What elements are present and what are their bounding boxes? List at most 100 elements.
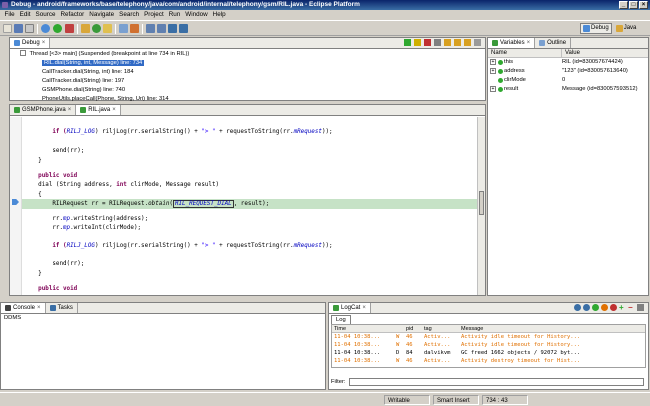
window-title-bar[interactable]: Debug - android/frameworks/base/telephon…: [0, 0, 650, 10]
column-message[interactable]: Message: [461, 325, 645, 332]
terminate-icon[interactable]: [424, 39, 431, 46]
annotation-icon[interactable]: [130, 24, 139, 33]
log-row[interactable]: 11-04 10:38... W 46 Activ... Activity destro…: [332, 357, 645, 365]
variable-row[interactable]: + result Message (id=830057593512): [488, 85, 648, 94]
menu-search[interactable]: Search: [117, 10, 142, 20]
editor-gutter[interactable]: [10, 117, 22, 295]
tab-outline[interactable]: Outline: [535, 38, 572, 48]
disconnect-icon[interactable]: [434, 39, 441, 46]
remove-filter-icon[interactable]: −: [628, 304, 635, 312]
menu-navigate[interactable]: Navigate: [87, 10, 117, 20]
code-area[interactable]: if (RILJ_LOG) riljLog(rr.serialString() …: [10, 117, 477, 295]
stack-frame-0[interactable]: RIL.dial(String, int, Message) line: 734: [10, 59, 485, 68]
expand-icon[interactable]: +: [490, 86, 496, 92]
filter-input[interactable]: [348, 377, 644, 386]
log-row[interactable]: 11-04 10:38... W 46 Activ... Activity idle t…: [332, 341, 645, 349]
tab-tasks[interactable]: Tasks: [46, 303, 78, 313]
menu-edit[interactable]: Edit: [17, 10, 33, 20]
add-filter-icon[interactable]: +: [619, 304, 626, 312]
new-icon[interactable]: [3, 24, 12, 33]
step-into-icon[interactable]: [444, 39, 451, 46]
column-tag[interactable]: tag: [424, 325, 461, 332]
column-level[interactable]: [396, 325, 406, 332]
code-line: public void: [24, 286, 78, 292]
tab-debug[interactable]: Debug ×: [10, 38, 51, 48]
close-icon[interactable]: ×: [68, 107, 72, 113]
close-icon[interactable]: ×: [112, 107, 116, 113]
variable-row[interactable]: + this RIL (id=830057674424): [488, 58, 648, 67]
perspective-debug[interactable]: Debug: [580, 22, 612, 34]
info-filter-icon[interactable]: [592, 304, 599, 311]
tab-ril-java[interactable]: RIL.java ×: [76, 105, 121, 115]
status-insert-mode: Smart Insert: [433, 395, 479, 405]
column-pid[interactable]: pid: [406, 325, 424, 332]
column-name[interactable]: Name: [488, 49, 562, 57]
column-value[interactable]: Value: [562, 49, 580, 57]
current-line: RILRequest rr = RILRequest.obtain(RIL_RE…: [22, 199, 477, 209]
external-tools-icon[interactable]: [65, 24, 74, 33]
tab-logcat[interactable]: LogCat ×: [329, 303, 371, 313]
variable-row[interactable]: + address "123" (id=830057613640): [488, 67, 648, 76]
tab-gsmphone-java[interactable]: GSMPhone.java ×: [10, 105, 77, 115]
step-over-icon[interactable]: [454, 39, 461, 46]
close-icon[interactable]: ×: [527, 40, 531, 46]
expand-icon[interactable]: +: [490, 59, 496, 65]
editor-vertical-scrollbar[interactable]: [477, 117, 485, 295]
new-java-project-icon[interactable]: [81, 24, 90, 33]
thread-node[interactable]: Thread [<3> main] (Suspended (breakpoint…: [10, 50, 485, 59]
maximize-button[interactable]: □: [629, 1, 638, 9]
stack-frame-1[interactable]: CallTracker.dial(String, int) line: 184: [10, 68, 485, 77]
suspend-icon[interactable]: [414, 39, 421, 46]
resume-icon[interactable]: [404, 39, 411, 46]
log-row[interactable]: 11-04 10:38... W 46 Activ... Activity idle t…: [332, 333, 645, 341]
stack-frame-3[interactable]: GSMPhone.dial(String) line: 740: [10, 86, 485, 95]
close-icon[interactable]: ×: [37, 305, 41, 311]
menu-project[interactable]: Project: [142, 10, 167, 20]
previous-annotation-icon[interactable]: [157, 24, 166, 33]
view-menu-icon[interactable]: [474, 39, 481, 46]
menu-run[interactable]: Run: [166, 10, 183, 20]
menu-source[interactable]: Source: [33, 10, 58, 20]
scrollbar-thumb[interactable]: [479, 191, 484, 215]
print-icon[interactable]: [25, 24, 34, 33]
column-time[interactable]: Time: [332, 325, 396, 332]
field-icon: [498, 69, 503, 74]
step-return-icon[interactable]: [464, 39, 471, 46]
save-icon[interactable]: [14, 24, 23, 33]
bug-icon: [583, 24, 590, 32]
window-title: Debug - android/frameworks/base/telephon…: [11, 1, 360, 8]
stack-frame-4[interactable]: PhoneUtils.placeCall(Phone, String, Uri)…: [10, 95, 485, 104]
minimize-button[interactable]: _: [619, 1, 628, 9]
close-icon[interactable]: ×: [362, 305, 366, 311]
tab-variables[interactable]: Variables ×: [488, 38, 536, 48]
tab-console[interactable]: Console ×: [1, 303, 46, 313]
collapse-icon[interactable]: [20, 50, 26, 57]
clear-log-icon[interactable]: [637, 304, 644, 311]
next-annotation-icon[interactable]: [146, 24, 155, 33]
variables-icon: [492, 40, 498, 46]
open-type-icon[interactable]: [103, 24, 112, 33]
menu-help[interactable]: Help: [210, 10, 228, 20]
stack-frame-2[interactable]: CallTracker.dial(String) line: 197: [10, 77, 485, 86]
debug-filter-icon[interactable]: [583, 304, 590, 311]
debug-icon[interactable]: [41, 24, 50, 33]
perspective-java[interactable]: Java: [614, 24, 639, 33]
log-row[interactable]: 11-04 10:38... D 84 dalvikvm GC freed 1662 o…: [332, 349, 645, 357]
variable-row[interactable]: clirMode 0: [488, 76, 648, 85]
search-icon[interactable]: [119, 24, 128, 33]
forward-icon[interactable]: [179, 24, 188, 33]
expand-icon[interactable]: +: [490, 68, 496, 74]
verbose-filter-icon[interactable]: [574, 304, 581, 311]
warn-filter-icon[interactable]: [601, 304, 608, 311]
menu-refactor[interactable]: Refactor: [58, 10, 87, 20]
error-filter-icon[interactable]: [610, 304, 617, 311]
close-button[interactable]: ×: [639, 1, 648, 9]
tab-log[interactable]: Log: [331, 315, 351, 324]
menu-file[interactable]: File: [2, 10, 17, 20]
run-icon[interactable]: [53, 24, 62, 33]
back-icon[interactable]: [168, 24, 177, 33]
menu-window[interactable]: Window: [183, 10, 210, 20]
new-class-icon[interactable]: [92, 24, 101, 33]
console-icon: [5, 305, 11, 311]
close-icon[interactable]: ×: [42, 40, 46, 46]
